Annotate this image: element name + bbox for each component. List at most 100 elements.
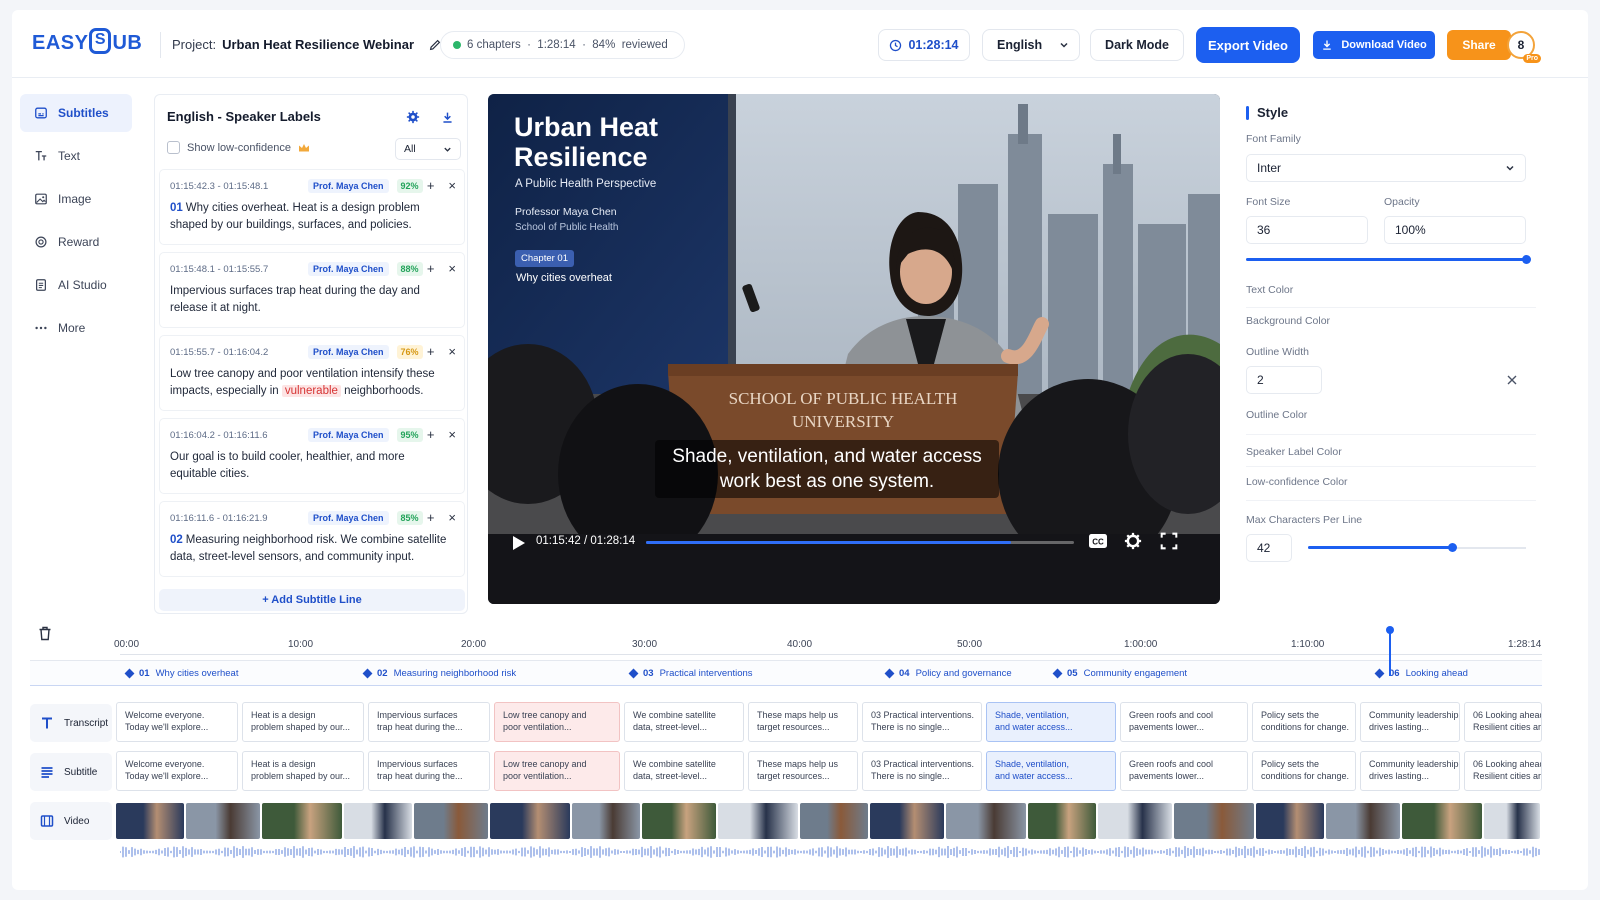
seek-bar[interactable] bbox=[646, 541, 1074, 544]
subtitle-clip[interactable]: 06 Looking ahead. Resilient cities are... bbox=[1464, 751, 1542, 791]
fullscreen-icon[interactable] bbox=[1160, 532, 1178, 550]
transcript-clip[interactable]: Shade, ventilation, and water access... bbox=[986, 702, 1116, 742]
low-confidence-toggle[interactable]: Show low-confidence bbox=[167, 141, 310, 154]
sidebar-item-subtitles[interactable]: Subtitles bbox=[20, 94, 132, 132]
transcript-clip[interactable]: Heat is a design problem shaped by our... bbox=[242, 702, 364, 742]
low-confidence-checkbox[interactable] bbox=[167, 141, 180, 154]
subtitle-clip[interactable]: 03 Practical interventions. There is no s… bbox=[862, 751, 982, 791]
chapter-marker[interactable]: 04 Policy and governance bbox=[884, 668, 1012, 679]
video-track-label[interactable]: Video bbox=[30, 802, 112, 840]
sidebar-item-image[interactable]: Image bbox=[20, 180, 132, 218]
share-button[interactable]: Share bbox=[1447, 30, 1511, 60]
close-icon[interactable]: × bbox=[448, 510, 456, 525]
sidebar-item-more[interactable]: More bbox=[20, 309, 132, 347]
settings-icon[interactable] bbox=[1124, 532, 1142, 550]
subtitle-item[interactable]: 01:15:55.7 - 01:16:04.2 Prof. Maya Chen 76… bbox=[159, 335, 465, 411]
subtitle-text[interactable]: 02 Measuring neighborhood risk. We combin… bbox=[170, 532, 454, 566]
transcript-track-label[interactable]: Transcript bbox=[30, 704, 112, 742]
subtitle-clip[interactable]: Green roofs and cool pavements lower... bbox=[1120, 751, 1248, 791]
play-icon[interactable] bbox=[512, 535, 526, 551]
chapter-marker[interactable]: 05 Community engagement bbox=[1052, 668, 1187, 679]
subtitle-clip[interactable]: Community leadership drives lasting... bbox=[1360, 751, 1460, 791]
subtitle-item[interactable]: 01:15:42.3 - 01:15:48.1 Prof. Maya Chen 92… bbox=[159, 169, 465, 245]
filter-select[interactable]: All bbox=[395, 138, 461, 160]
settings-gear-icon[interactable] bbox=[401, 105, 425, 129]
sidebar-item-ai-studio[interactable]: AI Studio bbox=[20, 266, 132, 304]
closed-captions-icon[interactable]: CC bbox=[1088, 532, 1108, 550]
audio-waveform[interactable] bbox=[120, 846, 1542, 858]
subtitle-item[interactable]: 01:16:11.6 - 01:16:21.9 Prof. Maya Chen 85… bbox=[159, 501, 465, 577]
subtitle-clip[interactable]: These maps help us target resources... bbox=[748, 751, 858, 791]
subtitle-clip[interactable]: Low tree canopy and poor ventilation... bbox=[494, 751, 620, 791]
opacity-slider-knob[interactable] bbox=[1522, 255, 1531, 264]
logo[interactable]: EASY S UB bbox=[32, 28, 142, 56]
speaker-label[interactable]: Prof. Maya Chen bbox=[308, 511, 389, 525]
transcript-clip[interactable]: Welcome everyone. Today we'll explore... bbox=[116, 702, 238, 742]
sidebar-item-text[interactable]: Text bbox=[20, 137, 132, 175]
chapter-marker[interactable]: 01 Why cities overheat bbox=[124, 668, 238, 679]
font-size-input[interactable]: 36 bbox=[1246, 216, 1368, 244]
opacity-input[interactable]: 100% bbox=[1384, 216, 1526, 244]
export-video-button[interactable]: Export Video bbox=[1196, 27, 1300, 63]
subtitle-item[interactable]: 01:15:48.1 - 01:15:55.7 Prof. Maya Chen 88… bbox=[159, 252, 465, 328]
font-family-select[interactable]: Inter bbox=[1246, 154, 1526, 182]
download-subtitles-icon[interactable] bbox=[435, 105, 459, 129]
avatar[interactable]: 8 Pro bbox=[1507, 31, 1541, 63]
subtitle-clip[interactable]: We combine satellite data, street-level..… bbox=[624, 751, 744, 791]
add-icon[interactable]: + bbox=[427, 261, 435, 276]
chapter-marker[interactable]: 03 Practical interventions bbox=[628, 668, 753, 679]
subtitle-clip[interactable]: Impervious surfaces trap heat during the.… bbox=[368, 751, 490, 791]
transcript-clip[interactable]: Impervious surfaces trap heat during the.… bbox=[368, 702, 490, 742]
subtitle-clip[interactable]: Shade, ventilation, and water access... bbox=[986, 751, 1116, 791]
add-icon[interactable]: + bbox=[427, 427, 435, 442]
add-subtitle-line-button[interactable]: + Add Subtitle Line bbox=[159, 589, 465, 611]
max-chars-input[interactable]: 42 bbox=[1246, 534, 1292, 562]
timecode[interactable]: 01:15:48.1 - 01:15:55.7 bbox=[170, 264, 308, 275]
language-select[interactable]: English bbox=[982, 29, 1080, 61]
add-icon[interactable]: + bbox=[427, 344, 435, 359]
outline-width-input[interactable]: 2 bbox=[1246, 366, 1322, 394]
subtitle-text[interactable]: Low tree canopy and poor ventilation int… bbox=[170, 366, 454, 400]
subtitle-clip[interactable]: Policy sets the conditions for change. bbox=[1252, 751, 1356, 791]
transcript-clip[interactable]: Policy sets the conditions for change. bbox=[1252, 702, 1356, 742]
download-video-button[interactable]: Download Video bbox=[1313, 31, 1435, 59]
subtitle-text[interactable]: Impervious surfaces trap heat during the… bbox=[170, 283, 454, 317]
close-icon[interactable]: × bbox=[448, 427, 456, 442]
transcript-clip[interactable]: Green roofs and cool pavements lower... bbox=[1120, 702, 1248, 742]
max-chars-slider-knob[interactable] bbox=[1447, 543, 1457, 552]
transcript-clip[interactable]: Community leadership drives lasting... bbox=[1360, 702, 1460, 742]
subtitle-clip[interactable]: Welcome everyone. Today we'll explore... bbox=[116, 751, 238, 791]
close-icon[interactable] bbox=[1506, 374, 1518, 386]
subtitle-caption-overlay[interactable]: Shade, ventilation, and water access wor… bbox=[655, 440, 999, 498]
subtitle-clip[interactable]: Heat is a design problem shaped by our... bbox=[242, 751, 364, 791]
subtitle-item[interactable]: 01:16:04.2 - 01:16:11.6 Prof. Maya Chen 95… bbox=[159, 418, 465, 494]
transcript-clip[interactable]: We combine satellite data, street-level..… bbox=[624, 702, 744, 742]
add-icon[interactable]: + bbox=[427, 510, 435, 525]
chapter-marker[interactable]: 02 Measuring neighborhood risk bbox=[362, 668, 516, 679]
playhead[interactable] bbox=[1386, 626, 1394, 676]
speaker-label[interactable]: Prof. Maya Chen bbox=[308, 345, 389, 359]
timecode[interactable]: 01:16:04.2 - 01:16:11.6 bbox=[170, 430, 308, 441]
video-player[interactable]: SCHOOL OF PUBLIC HEALTH UNIVERSITY Urban… bbox=[488, 94, 1220, 604]
transcript-clip[interactable]: These maps help us target resources... bbox=[748, 702, 858, 742]
opacity-slider[interactable] bbox=[1246, 258, 1526, 261]
timecode[interactable]: 01:16:11.6 - 01:16:21.9 bbox=[170, 513, 308, 524]
trash-icon[interactable] bbox=[38, 626, 52, 641]
close-icon[interactable]: × bbox=[448, 344, 456, 359]
subtitle-track-label[interactable]: Subtitle bbox=[30, 753, 112, 791]
timecode[interactable]: 01:15:42.3 - 01:15:48.1 bbox=[170, 181, 308, 192]
dark-mode-button[interactable]: Dark Mode bbox=[1090, 29, 1184, 61]
duration-display[interactable]: 01:28:14 bbox=[878, 29, 970, 61]
low-confidence-word[interactable]: vulnerable bbox=[281, 385, 341, 397]
speaker-label[interactable]: Prof. Maya Chen bbox=[308, 428, 389, 442]
subtitle-text[interactable]: 01 Why cities overheat. Heat is a design … bbox=[170, 200, 454, 234]
sidebar-item-reward[interactable]: Reward bbox=[20, 223, 132, 261]
speaker-label[interactable]: Prof. Maya Chen bbox=[308, 262, 389, 276]
transcript-clip[interactable]: 06 Looking ahead. Resilient cities are... bbox=[1464, 702, 1542, 742]
close-icon[interactable]: × bbox=[448, 178, 456, 193]
transcript-clip[interactable]: 03 Practical interventions. There is no s… bbox=[862, 702, 982, 742]
add-icon[interactable]: + bbox=[427, 178, 435, 193]
subtitle-text[interactable]: Our goal is to build cooler, healthier, … bbox=[170, 449, 454, 483]
speaker-label[interactable]: Prof. Maya Chen bbox=[308, 179, 389, 193]
timecode[interactable]: 01:15:55.7 - 01:16:04.2 bbox=[170, 347, 308, 358]
